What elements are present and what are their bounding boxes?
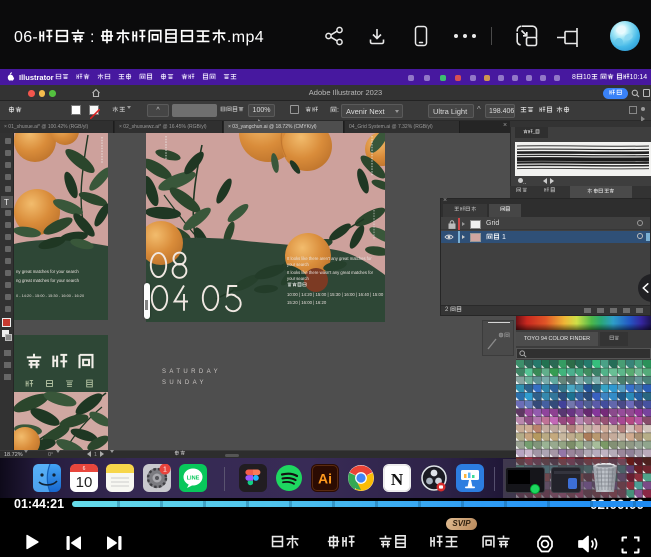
svg-text:10: 10 [75, 474, 92, 491]
svg-text:1: 1 [163, 467, 167, 474]
svg-text:your search: your search [287, 276, 310, 281]
svg-text:It looks like there wasn't any: It looks like there wasn't any great mat… [287, 270, 374, 275]
svg-text:N: N [391, 470, 404, 489]
svg-text:It looks like there aren't any: It looks like there aren't any great mat… [287, 256, 372, 261]
svg-text:ny great matches for your sear: ny great matches for your search [16, 269, 79, 274]
svg-text:Ai: Ai [318, 471, 332, 487]
svg-text:15:20 | 16:00 | 16:20: 15:20 | 16:00 | 16:20 [287, 300, 327, 305]
svg-text:your search: your search [287, 262, 310, 267]
svg-text:0 - 14:20 - 15:00 - 15:30 - 16: 0 - 14:20 - 15:00 - 15:30 - 16:00 - 16:2… [16, 293, 85, 298]
svg-text:ng great matches for your sear: ng great matches for your search [16, 278, 80, 283]
svg-text:6: 6 [82, 466, 85, 472]
svg-text:10:00 | 14:20 | 15:00 | 15:30: 10:00 | 14:20 | 15:00 | 15:30 | 16:00 | … [287, 292, 384, 297]
svg-text:LINE: LINE [187, 476, 200, 482]
